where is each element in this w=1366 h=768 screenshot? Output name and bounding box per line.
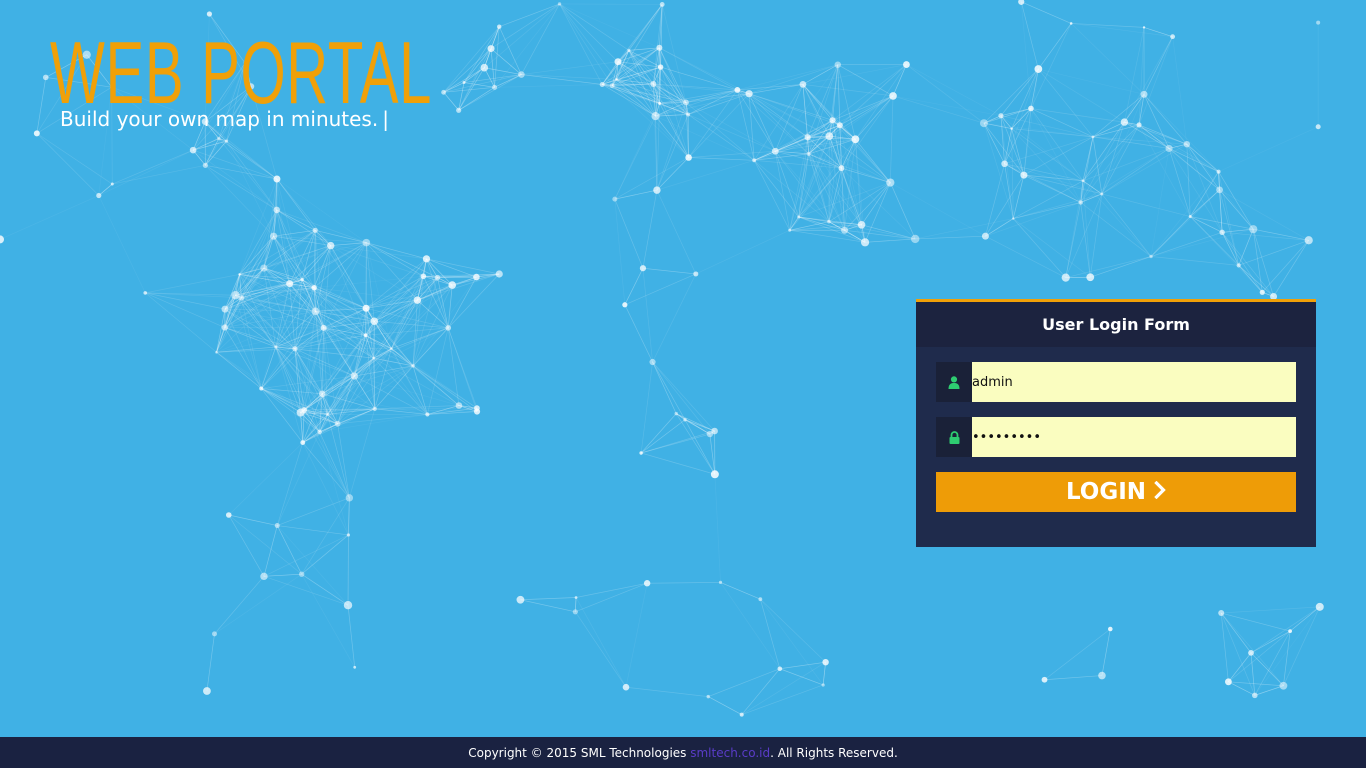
user-icon [936, 362, 972, 402]
login-button-label: LOGIN [1065, 479, 1147, 505]
footer-link[interactable]: smltech.co.id [690, 746, 770, 760]
password-field-group [936, 417, 1296, 457]
username-input[interactable] [972, 362, 1296, 402]
page-title: WEB PORTAL [50, 23, 433, 122]
login-form-title: User Login Form [916, 302, 1316, 347]
tagline-text: Build your own map in minutes. [60, 107, 379, 131]
username-field-group [936, 362, 1296, 402]
login-button[interactable]: LOGIN [936, 472, 1296, 512]
footer-rights: . All Rights Reserved. [770, 745, 898, 760]
password-input[interactable] [972, 417, 1296, 457]
footer-copyright: Copyright © 2015 SML Technologies [468, 745, 691, 760]
lock-icon [936, 417, 972, 457]
footer: Copyright © 2015 SML Technologies smltec… [0, 737, 1366, 768]
tagline: Build your own map in minutes. | [60, 107, 389, 131]
typing-cursor: | [382, 107, 389, 131]
chevron-right-icon [1154, 479, 1166, 505]
login-panel: User Login Form LOGIN [916, 299, 1316, 547]
